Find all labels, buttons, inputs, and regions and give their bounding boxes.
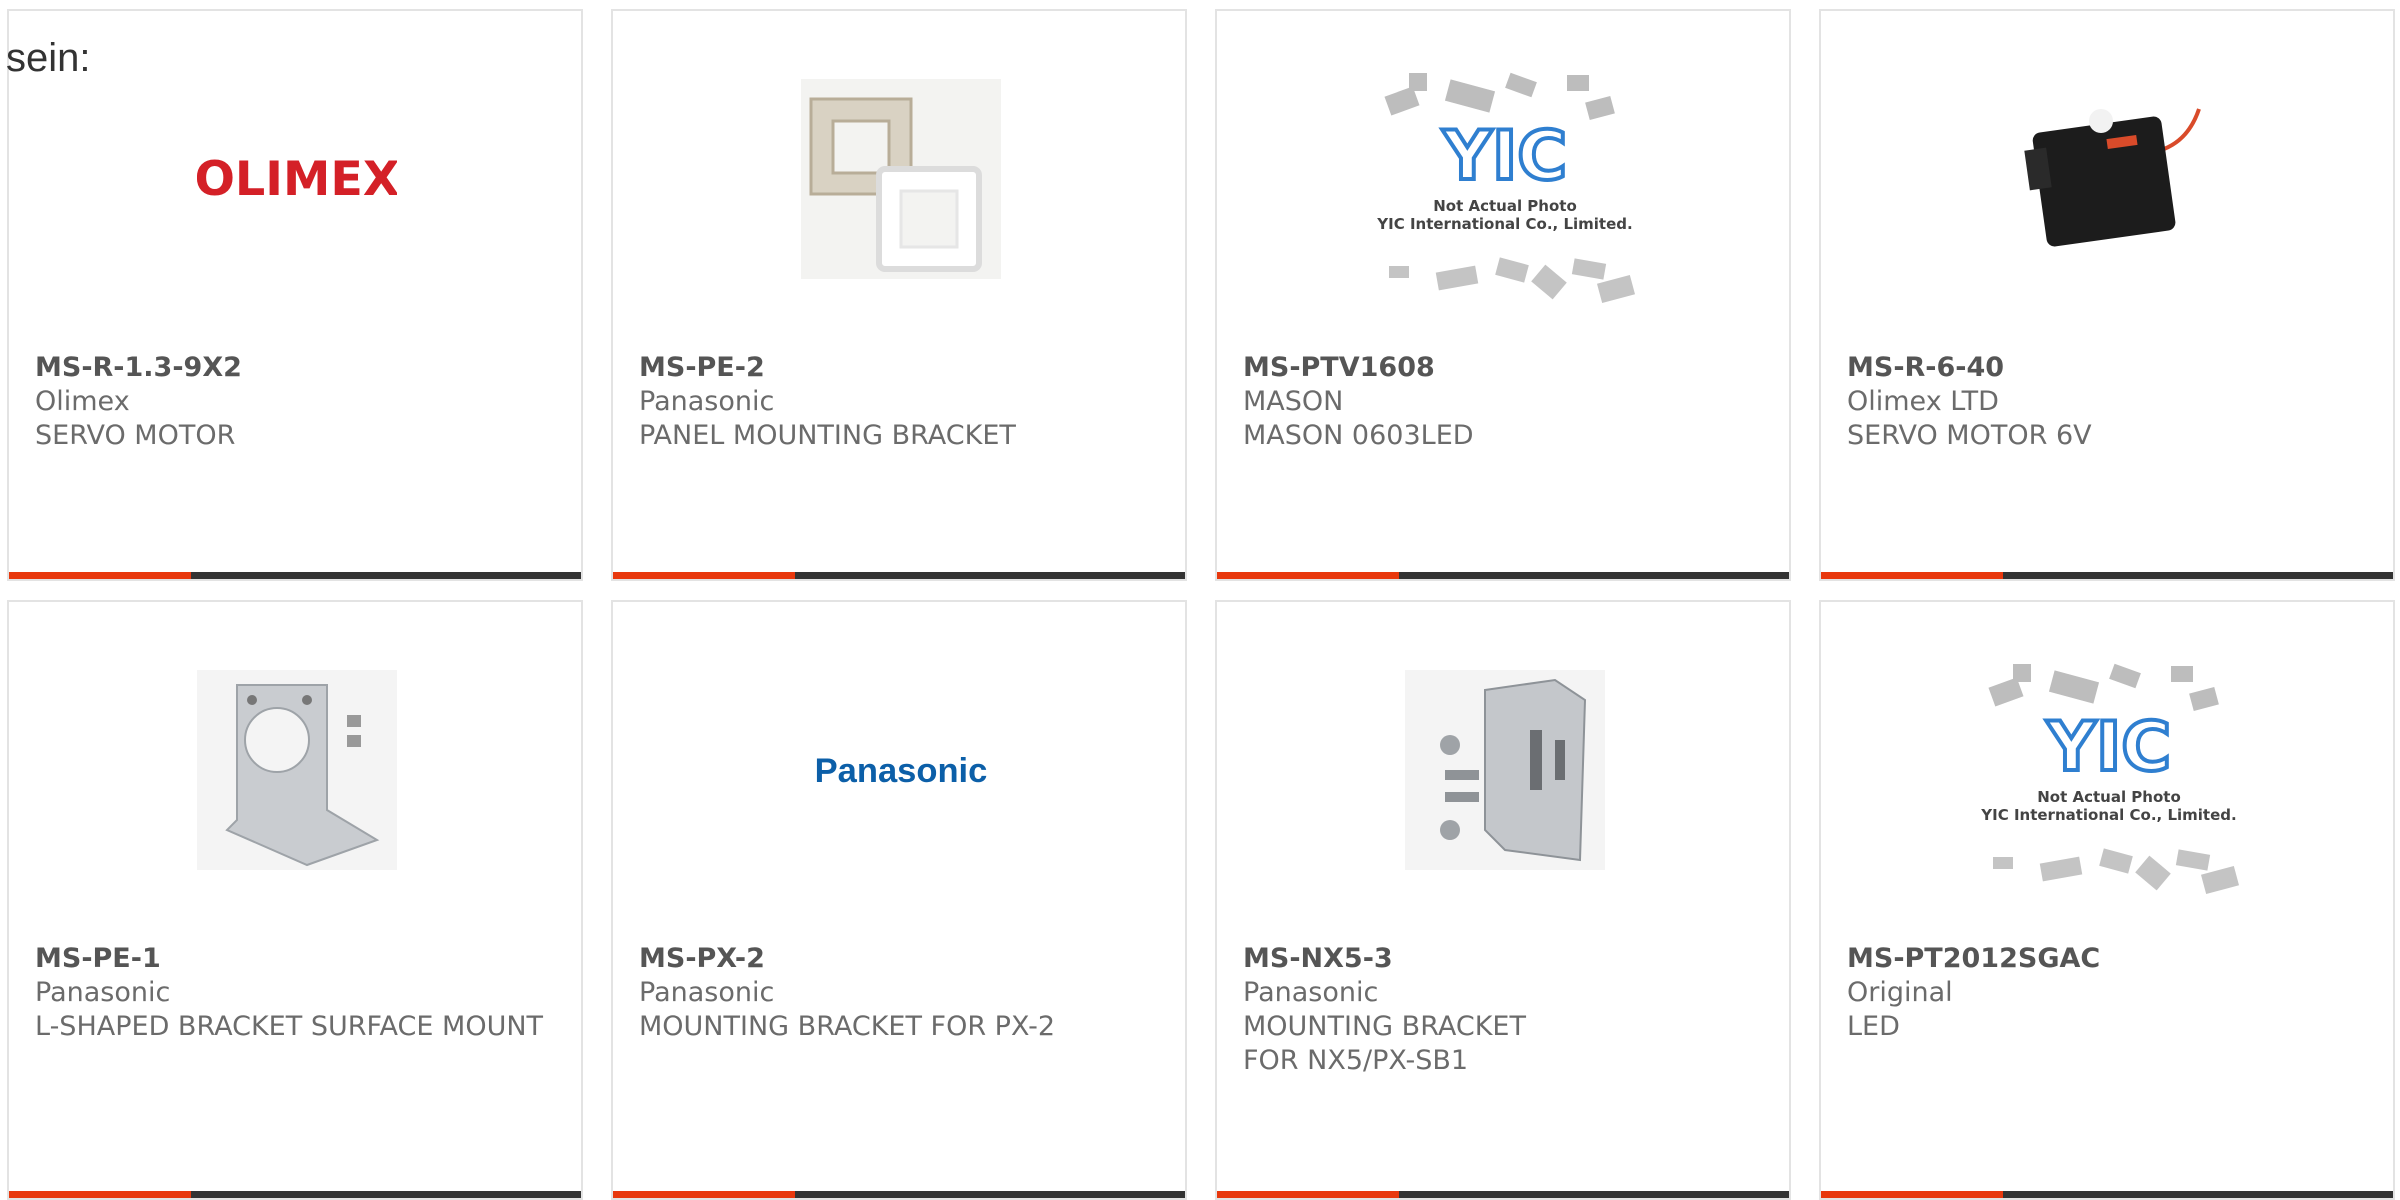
card-accent-bar [1217, 572, 1399, 579]
svg-text:Not Actual Photo: Not Actual Photo [2037, 788, 2181, 806]
manufacturer: Olimex LTD [1847, 386, 1999, 417]
part-number[interactable]: MS-PE-2 [639, 351, 1159, 385]
l-bracket-photo-icon [197, 670, 397, 870]
servo-photo-icon [2024, 108, 2201, 247]
card-bottom-bar [1217, 572, 1789, 579]
part-number[interactable]: MS-NX5-3 [1243, 942, 1763, 976]
manufacturer: Panasonic [639, 977, 775, 1008]
product-image[interactable] [801, 79, 1001, 279]
product-grid: OLIMEX MS-R-1.3-9X2 Olimex SERVO MOTOR M… [0, 0, 2400, 1200]
product-card[interactable]: Panasonic MS-PX-2 Panasonic MOUNTING BRA… [611, 600, 1187, 1200]
product-image[interactable] [2009, 79, 2209, 279]
part-number[interactable]: MS-R-1.3-9X2 [35, 351, 555, 385]
panel-bracket-photo-icon [801, 79, 1001, 279]
product-card[interactable]: MS-PE-2 Panasonic PANEL MOUNTING BRACKET [611, 9, 1187, 581]
product-image[interactable] [197, 670, 397, 870]
part-number[interactable]: MS-PX-2 [639, 942, 1159, 976]
product-image[interactable] [1405, 670, 1605, 870]
card-accent-bar [9, 1191, 191, 1198]
manufacturer: Olimex [35, 386, 130, 417]
part-number[interactable]: MS-R-6-40 [1847, 351, 2367, 385]
description: SERVO MOTOR [35, 420, 236, 451]
product-image[interactable]: YIC Not Actual Photo YIC International C… [1971, 652, 2247, 902]
product-card[interactable]: MS-PE-1 Panasonic L-SHAPED BRACKET SURFA… [7, 600, 583, 1200]
manufacturer: Original [1847, 977, 1953, 1008]
card-bottom-bar [1821, 1191, 2393, 1198]
card-accent-bar [613, 1191, 795, 1198]
card-bottom-bar [1821, 572, 2393, 579]
card-bottom-bar [9, 572, 581, 579]
manufacturer: Panasonic [639, 386, 775, 417]
svg-text:YIC: YIC [2046, 708, 2171, 787]
olimex-logo-icon: OLIMEX [197, 152, 397, 207]
card-accent-bar [613, 572, 795, 579]
part-number[interactable]: MS-PTV1608 [1243, 351, 1763, 385]
product-card[interactable]: YIC Not Actual Photo YIC International C… [1819, 600, 2395, 1200]
card-accent-bar [9, 572, 191, 579]
product-image[interactable]: Panasonic [801, 670, 1001, 870]
card-accent-bar [1821, 572, 2003, 579]
description: MOUNTING BRACKET FOR NX5/PX-SB1 [1243, 1011, 1526, 1076]
nx5-bracket-photo-icon [1405, 670, 1605, 870]
part-number[interactable]: MS-PE-1 [35, 942, 555, 976]
manufacturer: Panasonic [35, 977, 171, 1008]
product-card[interactable]: OLIMEX MS-R-1.3-9X2 Olimex SERVO MOTOR [7, 9, 583, 581]
card-accent-bar [1217, 1191, 1399, 1198]
product-card[interactable]: MS-NX5-3 Panasonic MOUNTING BRACKET FOR … [1215, 600, 1791, 1200]
yic-placeholder-icon: YIC Not Actual Photo YIC International C… [1980, 663, 2240, 895]
card-bottom-bar [1217, 1191, 1789, 1198]
svg-text:OLIMEX: OLIMEX [197, 152, 397, 207]
card-accent-bar [1821, 1191, 2003, 1198]
part-number[interactable]: MS-PT2012SGAC [1847, 942, 2367, 976]
product-image[interactable]: OLIMEX [197, 79, 397, 279]
manufacturer: Panasonic [1243, 977, 1379, 1008]
product-card[interactable]: YIC Not Actual Photo YIC International C… [1215, 9, 1791, 581]
description: LED [1847, 1011, 1900, 1042]
card-bottom-bar [613, 1191, 1185, 1198]
card-bottom-bar [9, 1191, 581, 1198]
svg-text:YIC International Co., Limited: YIC International Co., Limited. [1980, 806, 2236, 824]
svg-text:YIC: YIC [1442, 117, 1567, 196]
card-bottom-bar [613, 572, 1185, 579]
description: PANEL MOUNTING BRACKET [639, 420, 1016, 451]
svg-text:YIC International Co., Limited: YIC International Co., Limited. [1376, 215, 1632, 233]
description: MASON 0603LED [1243, 420, 1474, 451]
yic-placeholder-icon: YIC Not Actual Photo YIC International C… [1376, 72, 1636, 304]
manufacturer: MASON [1243, 386, 1344, 417]
page-fragment-text: sein: [6, 36, 91, 80]
svg-text:Not Actual Photo: Not Actual Photo [1433, 197, 1577, 215]
product-card[interactable]: MS-R-6-40 Olimex LTD SERVO MOTOR 6V [1819, 9, 2395, 581]
description: SERVO MOTOR 6V [1847, 420, 2092, 451]
description: MOUNTING BRACKET FOR PX-2 [639, 1011, 1056, 1042]
product-image[interactable]: YIC Not Actual Photo YIC International C… [1367, 61, 1643, 311]
svg-text:Panasonic: Panasonic [815, 752, 988, 790]
description: L-SHAPED BRACKET SURFACE MOUNT [35, 1011, 544, 1042]
panasonic-logo-icon: Panasonic [815, 752, 988, 790]
